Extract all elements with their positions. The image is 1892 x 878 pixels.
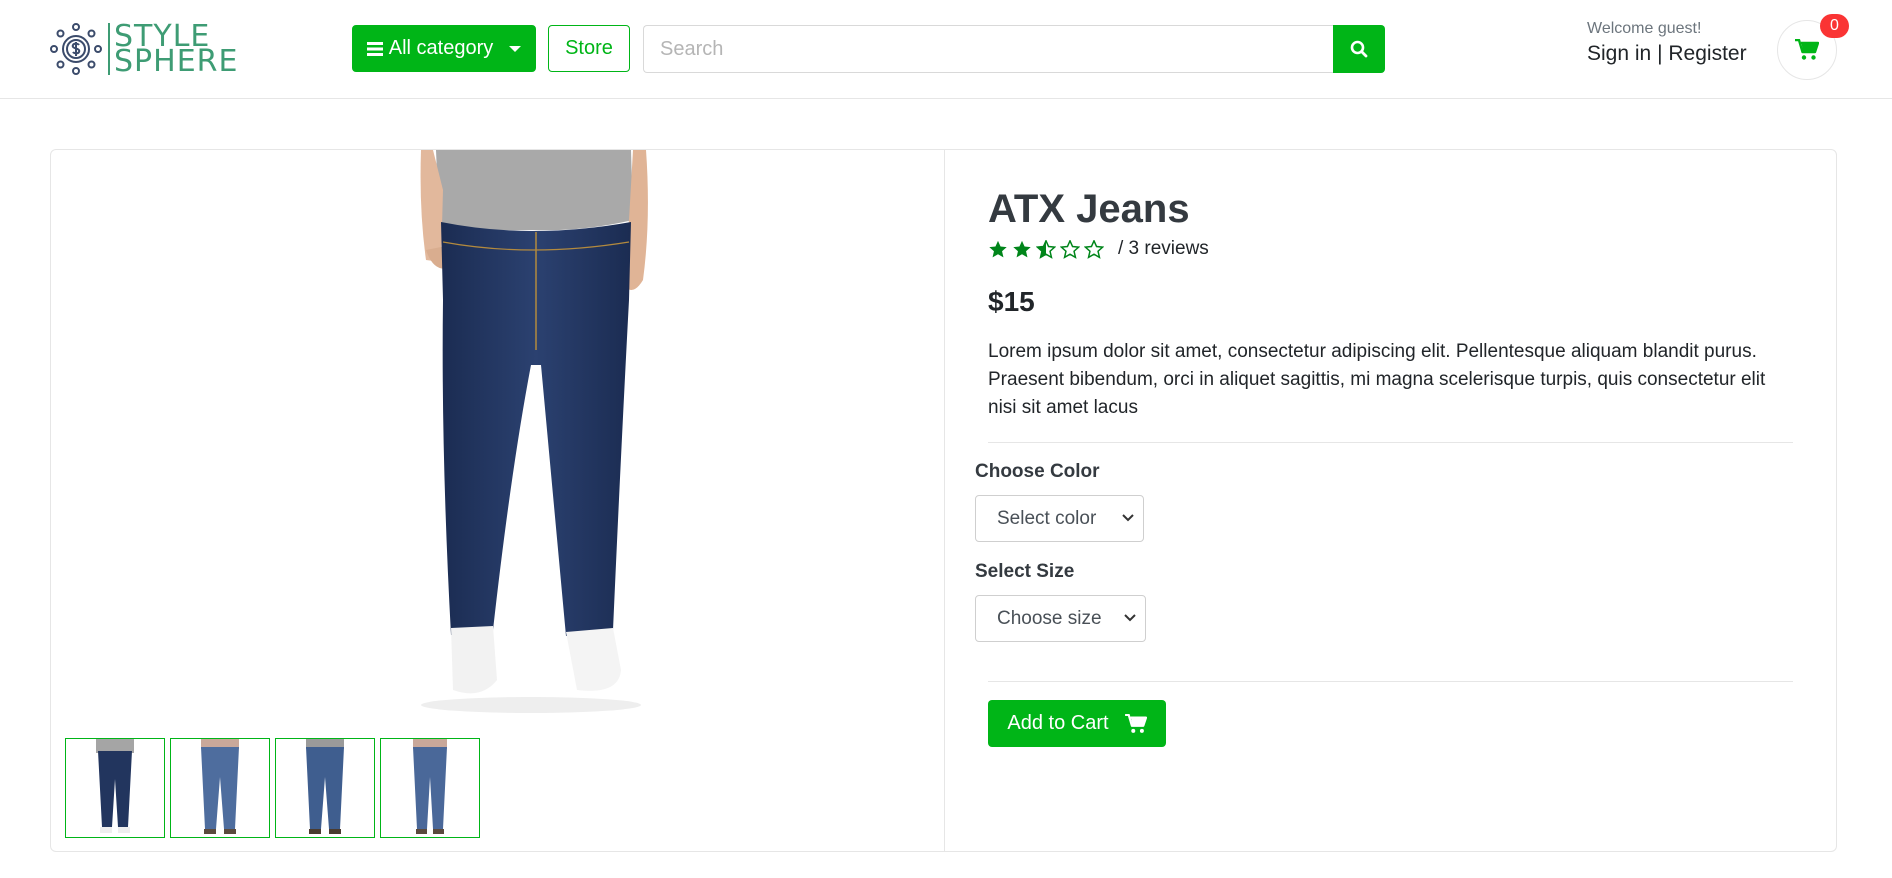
- product-main-image[interactable]: [381, 150, 691, 713]
- thumbnail-jeans-image: [96, 739, 134, 833]
- search-icon: [1350, 40, 1368, 58]
- star-empty-icon: [1084, 239, 1104, 259]
- chevron-down-icon: [1124, 614, 1136, 622]
- thumbnail-2[interactable]: [170, 738, 270, 838]
- size-select[interactable]: Choose size: [975, 595, 1146, 642]
- product-title: ATX Jeans: [988, 187, 1190, 231]
- thumbnail-jeans-image: [413, 739, 447, 834]
- cart-icon: [1124, 713, 1147, 733]
- product-card: ATX Jeans / 3 reviews $15 Lorem ipsum do…: [50, 149, 1837, 852]
- thumbnail-strip: [65, 738, 480, 838]
- thumbnail-1[interactable]: [65, 738, 165, 838]
- auth-separator: |: [1657, 42, 1663, 65]
- product-description: Lorem ipsum dolor sit amet, consectetur …: [988, 341, 1766, 418]
- color-select-value: Select color: [997, 507, 1097, 529]
- color-select[interactable]: Select color: [975, 495, 1144, 542]
- divider: [988, 442, 1793, 443]
- search-input[interactable]: [643, 25, 1333, 73]
- cart-icon: [1795, 39, 1819, 60]
- star-full-icon: [989, 240, 1007, 257]
- size-label: Select Size: [975, 561, 1075, 582]
- thumbnail-jeans-image: [201, 739, 239, 834]
- size-select-value: Choose size: [997, 607, 1102, 629]
- thumbnail-3[interactable]: [275, 738, 375, 838]
- brand-line-2: SPHERE: [114, 44, 239, 79]
- add-to-cart-button[interactable]: Add to Cart: [988, 700, 1166, 747]
- review-count: / 3 reviews: [1118, 238, 1209, 259]
- thumbnail-4[interactable]: [380, 738, 480, 838]
- divider: [988, 681, 1793, 682]
- all-category-label: All category: [388, 37, 494, 59]
- product-price: $15: [988, 286, 1035, 317]
- site-header: STYLE SPHERE All category Store Welcome …: [0, 0, 1892, 99]
- register-link[interactable]: Register: [1668, 42, 1746, 65]
- star-full-icon: [1013, 240, 1031, 257]
- brand-logo[interactable]: STYLE SPHERE: [48, 21, 248, 77]
- product-gallery: [51, 150, 945, 851]
- chevron-down-icon: [1122, 514, 1134, 522]
- auth-links: Sign in | Register: [1587, 42, 1747, 66]
- star-empty-icon: [1060, 239, 1080, 259]
- coin-gear-icon: [50, 23, 102, 75]
- add-to-cart-label: Add to Cart: [1007, 712, 1109, 734]
- caret-down-icon: [509, 45, 522, 52]
- all-category-dropdown[interactable]: All category: [352, 25, 536, 72]
- search-button[interactable]: [1333, 25, 1385, 73]
- store-button[interactable]: Store: [548, 25, 630, 72]
- product-rating: / 3 reviews: [988, 238, 1209, 260]
- color-label: Choose Color: [975, 461, 1100, 482]
- sign-in-link[interactable]: Sign in: [1587, 42, 1651, 65]
- bars-icon: [366, 41, 383, 56]
- cart-count-badge: 0: [1820, 14, 1849, 38]
- brand-wordmark: STYLE SPHERE: [114, 22, 239, 79]
- logo-divider: [108, 23, 110, 75]
- welcome-text: Welcome guest!: [1587, 20, 1702, 37]
- thumbnail-jeans-image: [306, 739, 344, 834]
- star-half-icon: [1036, 239, 1056, 259]
- jeans-model-image: [420, 150, 648, 713]
